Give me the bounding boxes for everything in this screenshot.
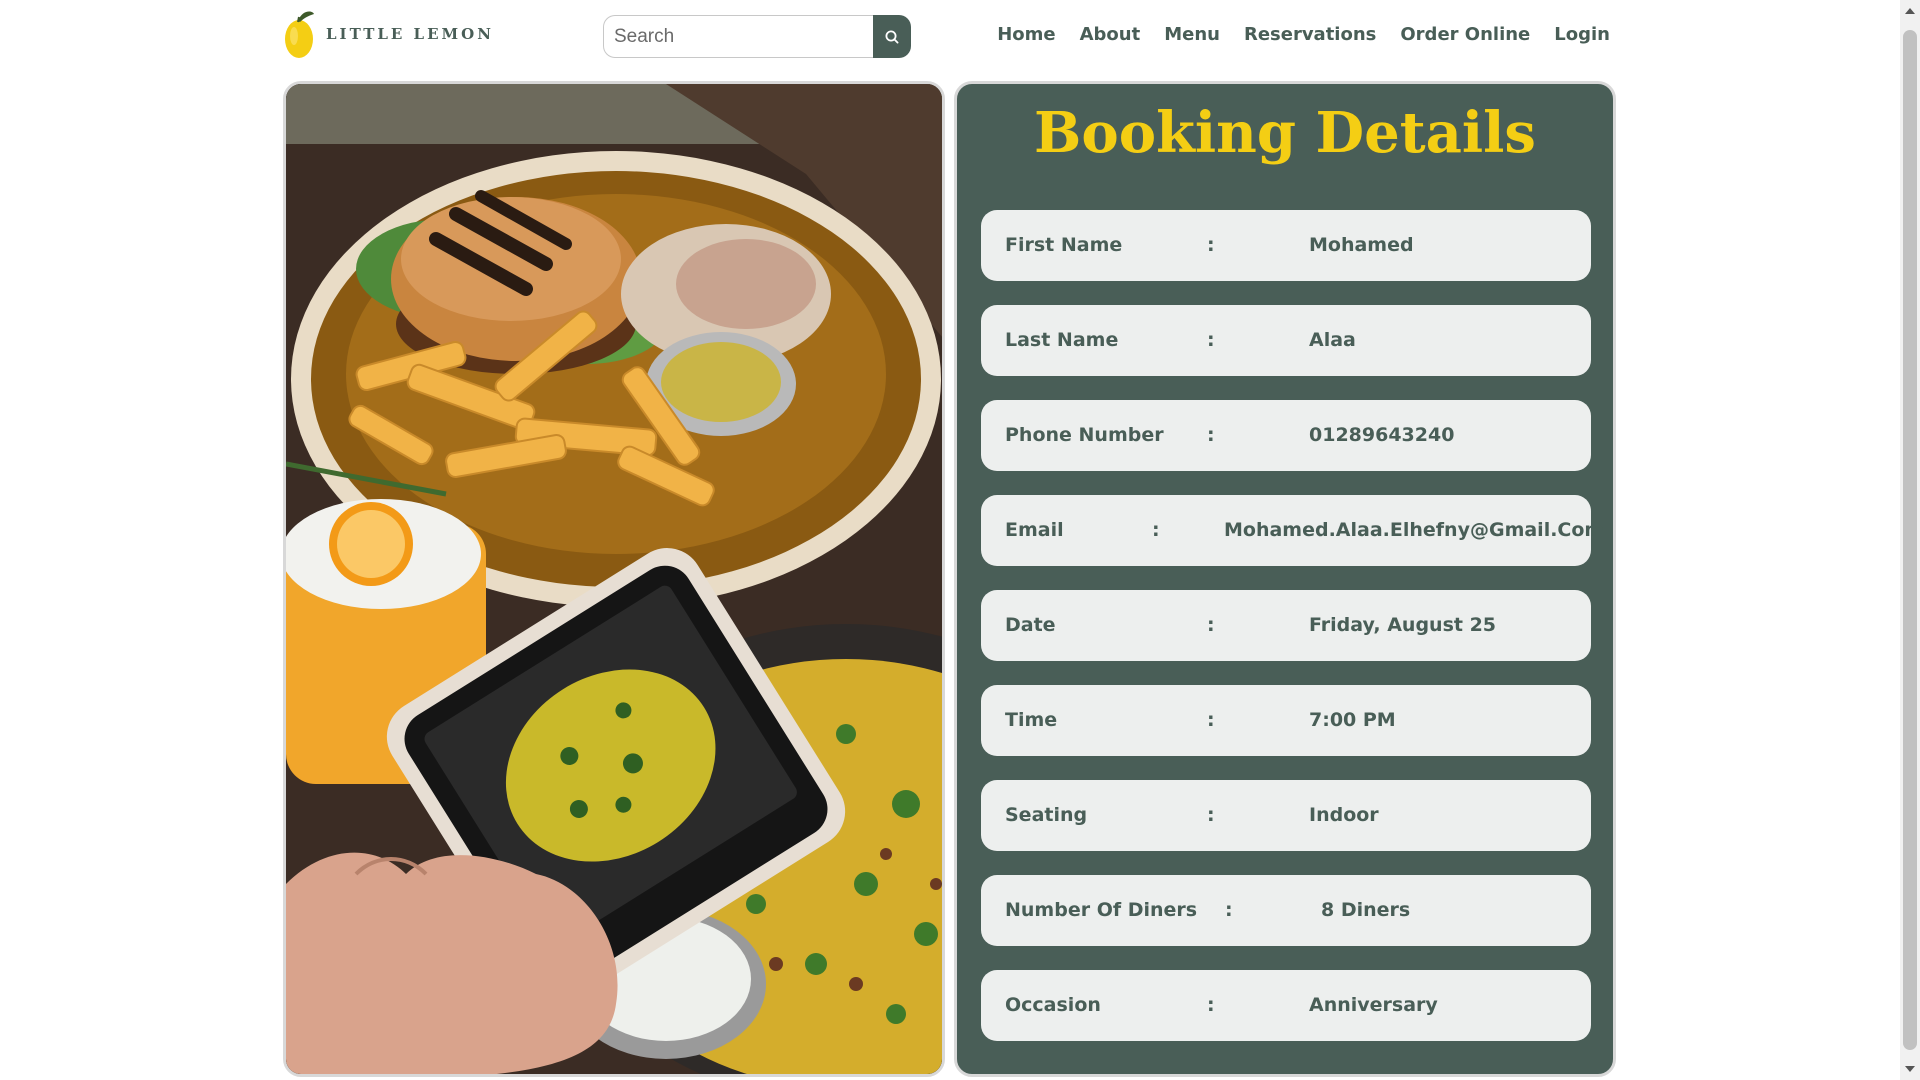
scrollbar-thumb[interactable] bbox=[1903, 30, 1917, 1050]
row-separator: : bbox=[1152, 519, 1160, 541]
page-scrollbar[interactable] bbox=[1900, 0, 1920, 1080]
booking-row-date: Date : Friday, August 25 bbox=[981, 590, 1591, 661]
row-label: Phone Number bbox=[1005, 424, 1164, 446]
row-label: Last Name bbox=[1005, 329, 1119, 351]
row-separator: : bbox=[1207, 709, 1215, 731]
row-value: 01289643240 bbox=[1309, 424, 1455, 446]
brand-name: LITTLE LEMON bbox=[326, 25, 494, 43]
row-separator: : bbox=[1207, 614, 1215, 636]
header: LITTLE LEMON Home About Menu Reservation… bbox=[0, 0, 1900, 72]
booking-row-phone-number: Phone Number : 01289643240 bbox=[981, 400, 1591, 471]
row-value: Mohamed.Alaa.Elhefny@Gmail.Com bbox=[1224, 519, 1605, 541]
row-separator: : bbox=[1225, 899, 1233, 921]
row-value: 8 Diners bbox=[1321, 899, 1411, 921]
logo[interactable]: LITTLE LEMON bbox=[284, 8, 494, 60]
nav-reservations[interactable]: Reservations bbox=[1244, 24, 1376, 45]
row-label: Occasion bbox=[1005, 994, 1101, 1016]
booking-row-number-of-diners: Number Of Diners : 8 Diners bbox=[981, 875, 1591, 946]
row-value: Indoor bbox=[1309, 804, 1379, 826]
row-label: Date bbox=[1005, 614, 1056, 636]
scroll-down-arrow-icon[interactable] bbox=[1905, 1066, 1915, 1072]
booking-title: Booking Details bbox=[1034, 100, 1536, 166]
booking-row-email: Email : Mohamed.Alaa.Elhefny@Gmail.Com bbox=[981, 495, 1604, 566]
row-separator: : bbox=[1207, 804, 1215, 826]
nav-menu[interactable]: Menu bbox=[1164, 24, 1220, 45]
row-separator: : bbox=[1207, 994, 1215, 1016]
search-input[interactable] bbox=[603, 15, 873, 58]
row-separator: : bbox=[1207, 329, 1215, 351]
nav-home[interactable]: Home bbox=[997, 24, 1055, 45]
food-photo bbox=[283, 81, 945, 1077]
row-label: First Name bbox=[1005, 234, 1123, 256]
booking-row-last-name: Last Name : Alaa bbox=[981, 305, 1591, 376]
row-value: Anniversary bbox=[1309, 994, 1438, 1016]
row-separator: : bbox=[1207, 424, 1215, 446]
row-value: Alaa bbox=[1309, 329, 1356, 351]
row-separator: : bbox=[1207, 234, 1215, 256]
row-label: Seating bbox=[1005, 804, 1088, 826]
row-label: Email bbox=[1005, 519, 1064, 541]
search-bar bbox=[603, 15, 911, 58]
row-value: Friday, August 25 bbox=[1309, 614, 1497, 636]
nav-about[interactable]: About bbox=[1080, 24, 1141, 45]
nav-order-online[interactable]: Order Online bbox=[1400, 24, 1530, 45]
row-value: 7:00 PM bbox=[1309, 709, 1396, 731]
booking-details-panel: Booking Details First Name : Mohamed Las… bbox=[954, 81, 1616, 1077]
main-nav: Home About Menu Reservations Order Onlin… bbox=[973, 24, 1610, 45]
lemon-icon bbox=[284, 8, 316, 60]
row-label: Time bbox=[1005, 709, 1058, 731]
booking-row-time: Time : 7:00 PM bbox=[981, 685, 1591, 756]
search-icon bbox=[885, 30, 899, 44]
row-label: Number Of Diners bbox=[1005, 899, 1198, 921]
nav-login[interactable]: Login bbox=[1554, 24, 1610, 45]
scroll-up-arrow-icon[interactable] bbox=[1905, 8, 1915, 14]
booking-row-seating: Seating : Indoor bbox=[981, 780, 1591, 851]
row-value: Mohamed bbox=[1309, 234, 1414, 256]
booking-row-first-name: First Name : Mohamed bbox=[981, 210, 1591, 281]
search-button[interactable] bbox=[873, 15, 911, 58]
booking-row-occasion: Occasion : Anniversary bbox=[981, 970, 1591, 1041]
